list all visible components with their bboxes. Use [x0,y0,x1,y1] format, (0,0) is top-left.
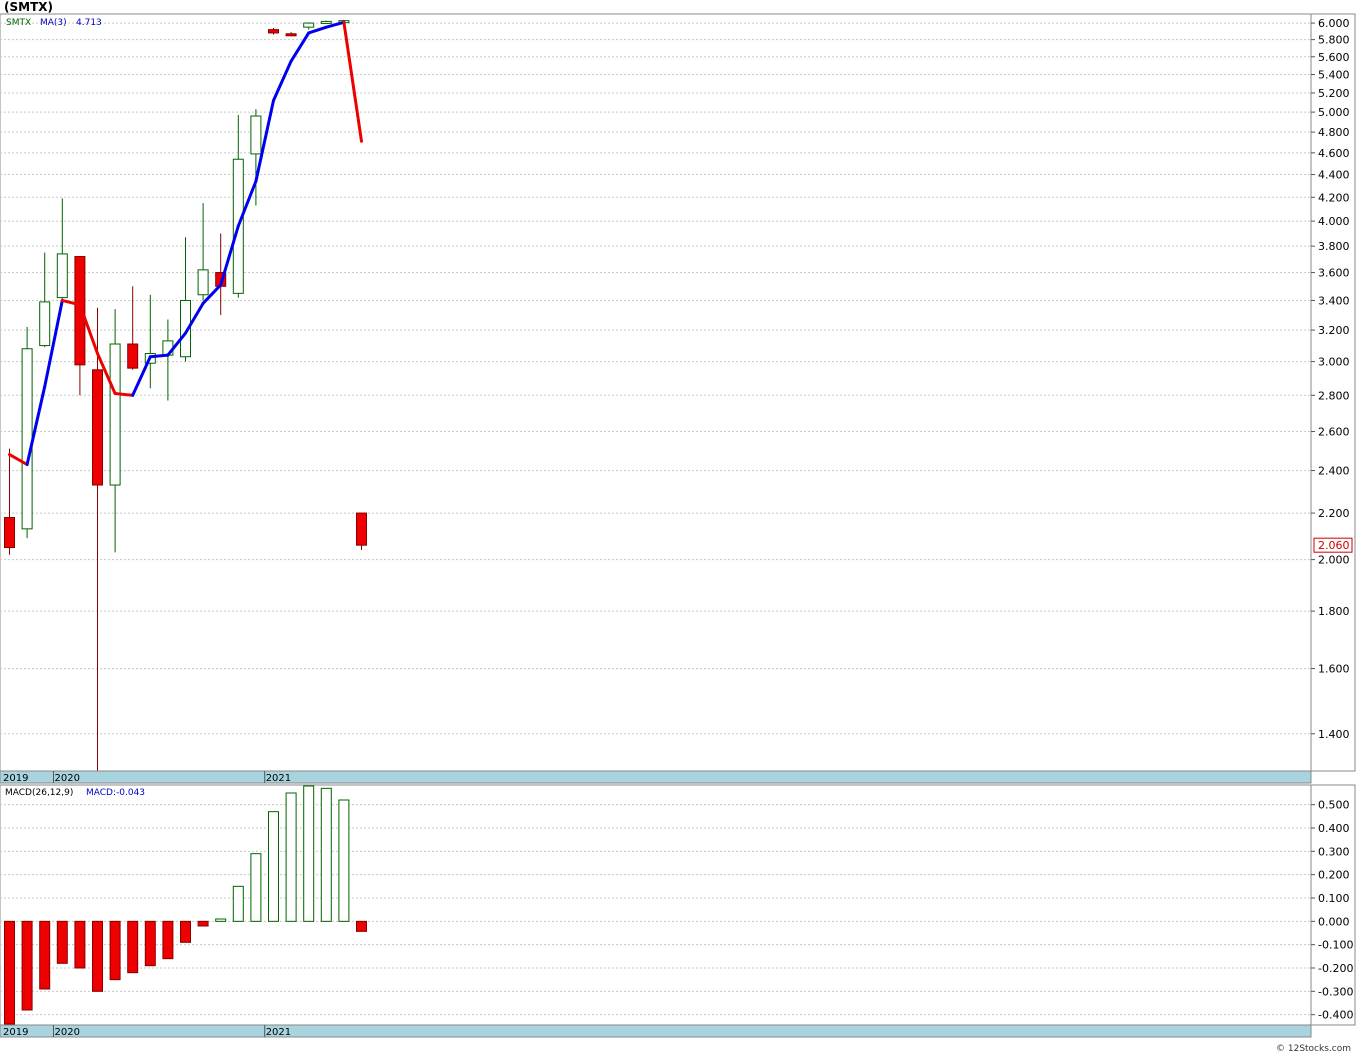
macd-date-strip [0,1024,1312,1038]
price-tick-label: 4.600 [1318,147,1350,160]
macd-tick-label: -0.400 [1318,1009,1353,1022]
price-tick-label: 3.600 [1318,267,1350,280]
macd-tick-label: 0.000 [1318,915,1350,928]
macd-bar [303,785,315,922]
macd-panel-frame [0,784,1312,1026]
price-tick-label: 4.400 [1318,169,1350,182]
year-label: 2019 [3,773,28,784]
candle-body [92,369,103,486]
macd-tick-label: -0.300 [1318,985,1353,998]
macd-bar [109,920,121,981]
year-label: 2020 [55,773,80,784]
candle-body [356,512,367,546]
year-label: 2021 [266,773,291,784]
macd-bar [74,920,86,969]
macd-bar [92,920,103,992]
candle-body [39,301,51,347]
macd-bar [356,920,367,932]
macd-tick-label: 0.100 [1318,892,1350,905]
symbol-legend: SMTX [6,18,31,28]
price-tick-label: 5.000 [1318,106,1350,119]
price-tick-label: 4.200 [1318,191,1350,204]
candle-body [4,517,15,549]
price-tick-label: 4.800 [1318,126,1350,139]
price-tick-label: 5.400 [1318,69,1350,82]
macd-bar [320,787,332,922]
chart-title: (SMTX) [4,0,53,14]
macd-legend-value: MACD:-0.043 [86,788,145,798]
macd-bar [338,799,350,922]
price-tick-label: 5.800 [1318,34,1350,47]
candle-body [303,22,315,28]
candle-body [250,115,262,155]
macd-bar [215,918,227,922]
macd-bar [197,920,209,927]
price-tick-label: 5.600 [1318,51,1350,64]
price-tick-label: 4.000 [1318,215,1350,228]
macd-bar [56,920,68,964]
macd-bar [180,920,191,943]
macd-bar [162,920,174,960]
macd-tick-label: -0.200 [1318,962,1353,975]
macd-bar [39,920,51,990]
candle [320,20,332,24]
price-panel-frame [0,13,1312,772]
price-tick-label: 1.400 [1318,728,1350,741]
candle [21,327,33,539]
macd-tick-label: 0.400 [1318,822,1350,835]
candle-body [285,33,297,37]
price-tick-label: 2.200 [1318,507,1350,520]
macd-legend: MACD(26,12,9) [5,788,73,798]
macd-bar [127,920,139,974]
candle-body [21,348,33,530]
price-tick-label: 2.000 [1318,554,1350,567]
candle-body [197,269,209,296]
price-tick-label: 3.200 [1318,324,1350,337]
price-tick-label: 3.800 [1318,240,1350,253]
macd-bar [232,885,244,922]
price-tick-label: 3.400 [1318,294,1350,307]
footer-credit: © 12Stocks.com [1276,1044,1351,1054]
macd-bar [4,920,15,1025]
macd-bar [285,792,297,922]
candle-body [320,20,332,24]
price-tick-label: 2.800 [1318,389,1350,402]
candle [356,512,367,550]
ma-segment [148,353,170,359]
price-tick-label: 3.000 [1318,356,1350,369]
macd-bar [250,853,262,922]
chart-root: (SMTX) 6.000 5.800 5.600 5.400 5.200 5.000 4.8… [0,0,1356,1054]
candle-body [127,343,139,369]
candle-body [109,343,121,486]
macd-tick-label: 0.500 [1318,799,1350,812]
ma-legend-value: 4.713 [76,18,102,28]
macd-bar [268,811,279,922]
ma-legend: MA(3) [40,18,67,28]
macd-tick-label: 0.300 [1318,845,1350,858]
price-tick-label: 2.400 [1318,465,1350,478]
price-tick-label: 1.800 [1318,605,1350,618]
candle-body [268,29,279,34]
last-price-tag-label: 2.060 [1318,539,1350,552]
price-tick-label: 5.200 [1318,87,1350,100]
macd-bar [144,920,156,967]
year-label: 2020 [55,1027,80,1038]
macd-tick-label: 0.200 [1318,869,1350,882]
macd-tick-label: -0.100 [1318,939,1353,952]
price-tick-label: 1.600 [1318,663,1350,676]
candle-body [56,253,68,299]
year-label: 2021 [266,1027,291,1038]
ma-segment [113,392,135,397]
year-label: 2019 [3,1027,28,1038]
macd-bar [21,920,33,1011]
last-price-tag: 2.060 [1313,537,1353,553]
price-tick-label: 6.000 [1318,17,1350,30]
price-date-strip [0,770,1312,784]
price-tick-label: 2.600 [1318,425,1350,438]
